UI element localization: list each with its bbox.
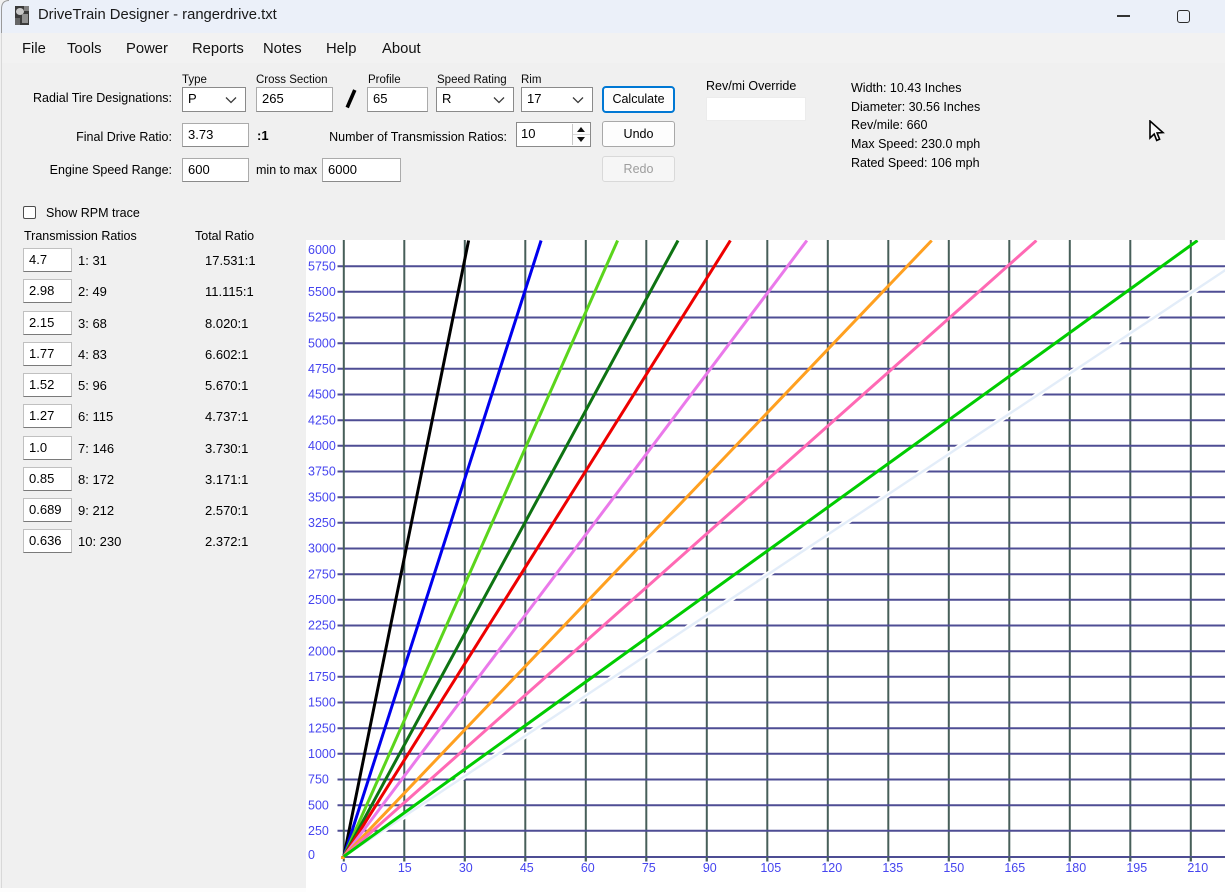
svg-text:135: 135 xyxy=(882,861,903,875)
svg-text:3750: 3750 xyxy=(308,465,336,479)
svg-text:1250: 1250 xyxy=(308,721,336,735)
svg-text:45: 45 xyxy=(520,861,534,875)
svg-text:3000: 3000 xyxy=(308,542,336,556)
svg-text:3500: 3500 xyxy=(308,490,336,504)
svg-text:500: 500 xyxy=(308,798,329,812)
svg-text:105: 105 xyxy=(760,861,781,875)
svg-text:4250: 4250 xyxy=(308,413,336,427)
svg-text:60: 60 xyxy=(581,861,595,875)
svg-text:1500: 1500 xyxy=(308,696,336,710)
svg-text:150: 150 xyxy=(943,861,964,875)
svg-text:2500: 2500 xyxy=(308,593,336,607)
svg-text:0: 0 xyxy=(340,861,347,875)
svg-text:4750: 4750 xyxy=(308,362,336,376)
svg-text:195: 195 xyxy=(1126,861,1147,875)
svg-text:120: 120 xyxy=(821,861,842,875)
svg-text:2000: 2000 xyxy=(308,644,336,658)
svg-text:30: 30 xyxy=(459,861,473,875)
svg-text:5500: 5500 xyxy=(308,285,336,299)
svg-text:1000: 1000 xyxy=(308,747,336,761)
svg-text:15: 15 xyxy=(398,861,412,875)
svg-text:750: 750 xyxy=(308,773,329,787)
svg-text:5000: 5000 xyxy=(308,336,336,350)
svg-text:210: 210 xyxy=(1187,861,1208,875)
svg-text:250: 250 xyxy=(308,824,329,838)
svg-text:180: 180 xyxy=(1065,861,1086,875)
svg-text:0: 0 xyxy=(308,848,315,862)
svg-text:3250: 3250 xyxy=(308,516,336,530)
svg-text:5250: 5250 xyxy=(308,311,336,325)
svg-text:2750: 2750 xyxy=(308,567,336,581)
svg-text:2250: 2250 xyxy=(308,619,336,633)
svg-text:4500: 4500 xyxy=(308,388,336,402)
svg-text:6000: 6000 xyxy=(308,243,336,257)
svg-text:4000: 4000 xyxy=(308,439,336,453)
svg-text:5750: 5750 xyxy=(308,259,336,273)
svg-text:1750: 1750 xyxy=(308,670,336,684)
svg-text:90: 90 xyxy=(703,861,717,875)
svg-text:165: 165 xyxy=(1004,861,1025,875)
svg-text:75: 75 xyxy=(642,861,656,875)
